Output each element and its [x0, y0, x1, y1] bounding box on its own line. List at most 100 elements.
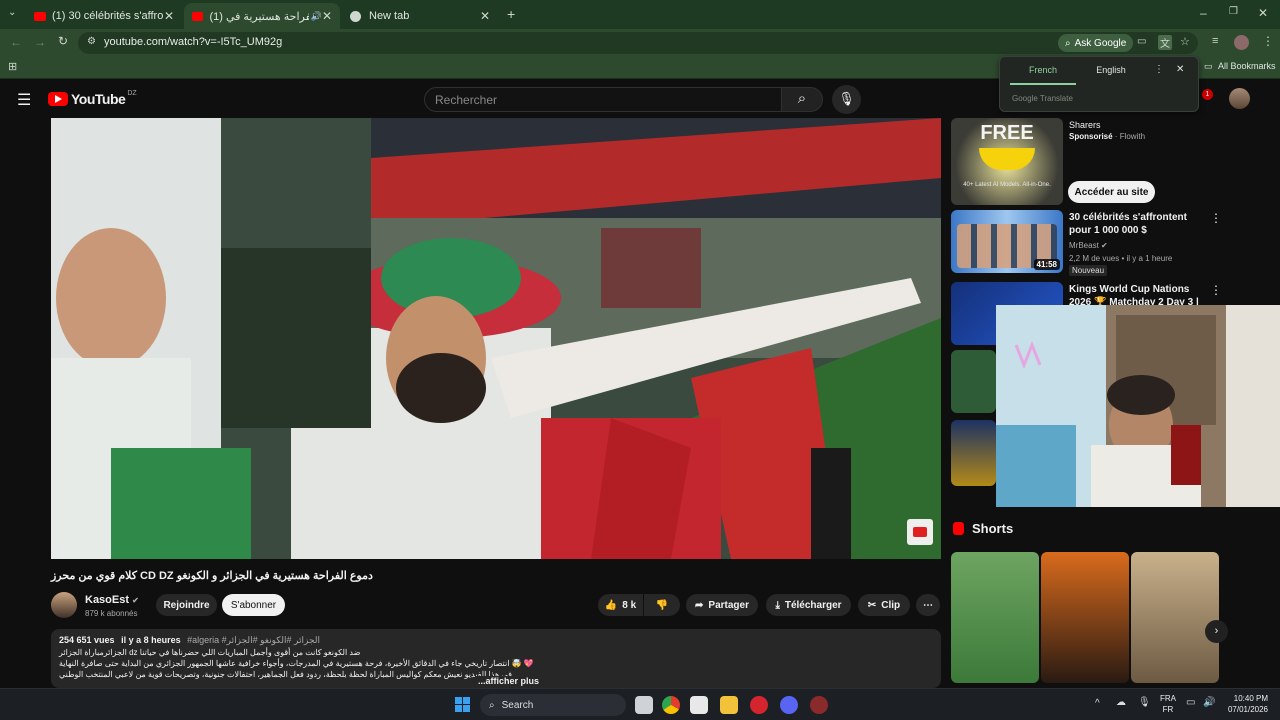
language-indicator[interactable]: FRA FR — [1160, 693, 1176, 715]
browser-tab-bar: ⌄ (1) 30 célébrités s'affrontent po ✕ (1… — [0, 0, 1280, 29]
close-translate-icon[interactable]: ✕ — [1176, 64, 1184, 75]
voice-search-button[interactable]: 🎙 — [832, 85, 861, 114]
tab-label: New tab — [369, 10, 410, 22]
video-player[interactable] — [51, 118, 941, 559]
google-lens-icon: ⌕ — [1065, 37, 1071, 49]
sidebar-video-title[interactable]: 30 célébrités s'affrontent pour 1 000 00… — [1069, 211, 1205, 237]
lang-tab-french[interactable]: French — [1010, 65, 1076, 85]
taskbar-search[interactable]: ⌕ Search — [480, 694, 626, 716]
more-actions-button[interactable]: ⋯ — [916, 594, 940, 616]
description-box[interactable]: 254 651 vues il y a 8 heures #algeria #ا… — [51, 629, 941, 688]
speaker-icon[interactable]: 🔊 — [311, 11, 322, 22]
translate-icon[interactable]: 文 — [1158, 35, 1172, 50]
network-icon[interactable]: ☁ — [1116, 697, 1126, 708]
volume-icon[interactable]: 🔊 — [1203, 697, 1215, 708]
microphone-icon: 🎙 — [838, 91, 855, 106]
clip-button[interactable]: ✂ Clip — [858, 594, 910, 616]
account-avatar[interactable] — [1229, 88, 1250, 109]
app-icon[interactable] — [810, 696, 828, 714]
dislike-button[interactable]: 👎 — [644, 594, 680, 616]
youtube-logo[interactable]: YouTube DZ — [48, 90, 137, 107]
forward-icon[interactable]: → — [34, 35, 46, 49]
video-thumbnail[interactable]: 41:58 — [951, 210, 1063, 273]
short-thumbnail[interactable] — [1041, 552, 1129, 683]
restore-icon[interactable]: ❐ — [1229, 6, 1238, 17]
site-info-icon[interactable]: ⚙ — [87, 36, 96, 47]
snipping-tool-icon[interactable] — [690, 696, 708, 714]
more-options-icon[interactable]: ⋮ — [1210, 283, 1222, 297]
cast-icon[interactable]: ▭ — [1137, 36, 1146, 47]
folder-icon: ▭ — [1204, 61, 1213, 71]
ad-thumbnail[interactable]: FREE 40+ Latest AI Models. All-in-One. — [951, 118, 1063, 205]
close-tab-icon[interactable]: ✕ — [480, 9, 490, 23]
share-button[interactable]: ➦ Partager — [686, 594, 758, 616]
short-thumbnail[interactable] — [951, 552, 1039, 683]
tray-chevron-icon[interactable]: ^ — [1095, 698, 1100, 709]
reload-icon[interactable]: ↻ — [58, 34, 68, 48]
reading-list-icon[interactable]: ≡ — [1212, 35, 1218, 47]
video-frame — [51, 118, 941, 559]
more-options-icon[interactable]: ⋮ — [1210, 211, 1222, 225]
sidebar-video-thumbnail[interactable] — [951, 420, 996, 486]
search-button[interactable]: ⌕ — [781, 87, 823, 112]
subscribe-button[interactable]: S'abonner — [222, 594, 285, 616]
download-icon: ⤓ — [775, 599, 780, 611]
short-thumbnail[interactable] — [1131, 552, 1219, 683]
task-view-icon[interactable] — [635, 696, 653, 714]
channel-name[interactable]: KasoEst ✔ — [85, 594, 139, 606]
browser-toolbar: ← → ↻ ⚙ youtube.com/watch?v=-I5Tc_UM92g … — [0, 29, 1280, 57]
bookmark-star-icon[interactable]: ☆ — [1180, 35, 1190, 48]
sidebar-video-thumbnail[interactable] — [951, 350, 996, 413]
new-tab-plus-icon[interactable]: + — [507, 6, 515, 22]
tab-search-icon[interactable]: ⌄ — [8, 7, 16, 18]
hamburger-menu-icon[interactable]: ☰ — [17, 90, 31, 110]
discord-icon[interactable] — [780, 696, 798, 714]
duration-badge: 41:58 — [1033, 259, 1060, 270]
banana-icon — [979, 148, 1035, 170]
streamer-webcam-overlay — [996, 305, 1280, 507]
translate-brand: Google Translate — [1012, 94, 1073, 103]
tab-new-tab[interactable]: New tab ✕ — [342, 3, 498, 29]
apps-grid-icon[interactable]: ⊞ — [8, 60, 17, 73]
clock[interactable]: 10:40 PM 07/01/2026 — [1222, 693, 1268, 715]
ask-google-button[interactable]: ⌕ Ask Google — [1058, 34, 1134, 52]
translate-popup: French English ⋮ ✕ Google Translate — [999, 56, 1199, 112]
youtube-favicon-icon — [34, 11, 46, 21]
join-button[interactable]: Rejoindre — [156, 594, 217, 616]
show-more-link[interactable]: ...afficher plus — [475, 676, 540, 686]
notifications-badge[interactable]: 1 — [1202, 89, 1213, 100]
back-icon[interactable]: ← — [10, 35, 22, 49]
ad-cta-button[interactable]: Accéder au site — [1068, 181, 1155, 203]
like-button[interactable]: 👍 8 k — [598, 594, 643, 616]
tab-mrbeast[interactable]: (1) 30 célébrités s'affrontent po ✕ — [26, 3, 182, 29]
search-input[interactable]: Rechercher — [424, 87, 782, 112]
search-icon: ⌕ — [797, 90, 807, 107]
subscriber-count: 879 k abonnés — [85, 609, 138, 618]
chrome-menu-icon[interactable]: ⋮ — [1262, 34, 1274, 48]
file-explorer-icon[interactable] — [720, 696, 738, 714]
close-window-icon[interactable]: ✕ — [1258, 6, 1268, 20]
translate-options-icon[interactable]: ⋮ — [1154, 64, 1164, 75]
webcam-frame — [996, 305, 1280, 507]
profile-avatar[interactable] — [1234, 35, 1249, 50]
tab-current-video[interactable]: (1) دموع الفراحة هستيرية في 🔊 ✕ — [184, 3, 340, 29]
view-line: 254 651 vues il y a 8 heures #algeria #ا… — [59, 635, 321, 645]
opera-icon[interactable] — [750, 696, 768, 714]
tab-label: (1) دموع الفراحة هستيرية في — [209, 10, 308, 23]
url-text[interactable]: youtube.com/watch?v=-I5Tc_UM92g — [104, 36, 282, 48]
mic-tray-icon[interactable]: 🎙 — [1138, 697, 1151, 708]
shorts-next-button[interactable]: › — [1205, 620, 1228, 643]
youtube-favicon-icon — [192, 11, 204, 21]
windows-start-icon[interactable] — [455, 697, 470, 712]
download-button[interactable]: ⤓ Télécharger — [766, 594, 851, 616]
close-tab-icon[interactable]: ✕ — [322, 9, 332, 23]
all-bookmarks-button[interactable]: ▭ All Bookmarks — [1204, 61, 1276, 72]
lang-tab-english[interactable]: English — [1078, 65, 1144, 85]
address-bar[interactable]: ⚙ youtube.com/watch?v=-I5Tc_UM92g ⌕ Ask … — [78, 32, 1198, 54]
channel-avatar[interactable] — [51, 592, 77, 618]
channel-watermark-icon[interactable] — [907, 519, 933, 545]
close-tab-icon[interactable]: ✕ — [164, 9, 174, 23]
monitor-icon[interactable]: ▭ — [1186, 697, 1195, 708]
chrome-icon[interactable] — [662, 696, 680, 714]
minimize-icon[interactable]: – — [1200, 6, 1207, 20]
